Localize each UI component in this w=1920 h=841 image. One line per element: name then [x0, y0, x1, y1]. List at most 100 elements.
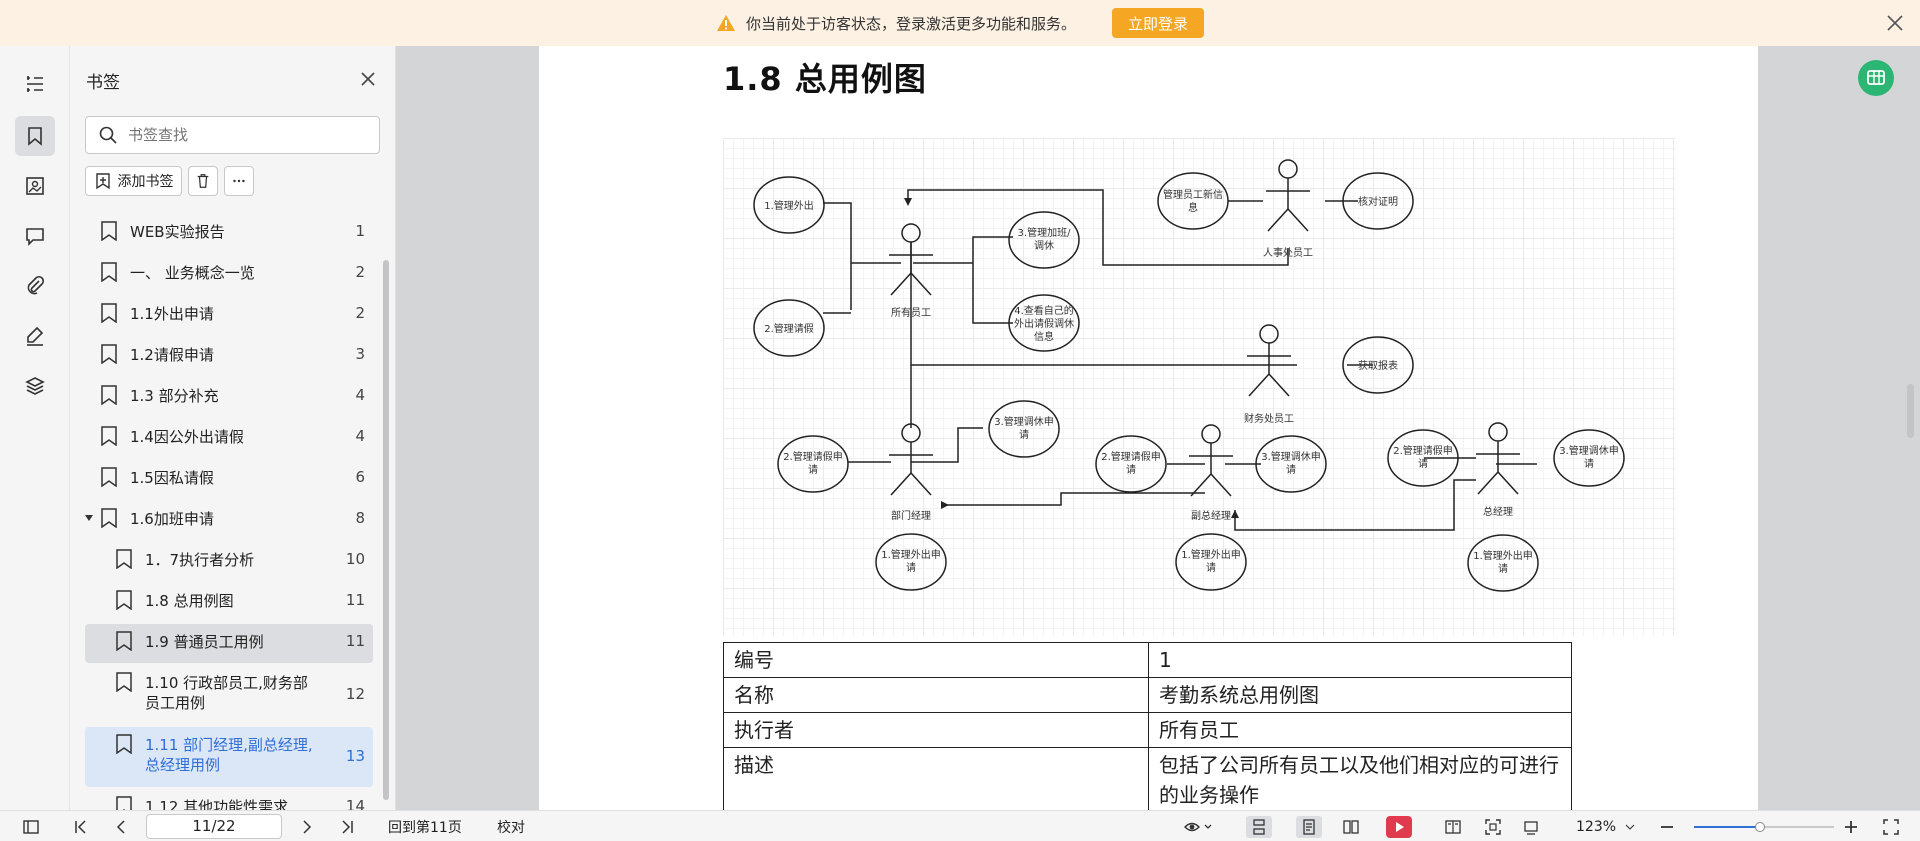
layers-icon[interactable] — [15, 366, 55, 406]
add-bookmark-button[interactable]: 添加书签 — [85, 166, 182, 196]
bookmark-scrollbar[interactable] — [383, 214, 389, 804]
more-icon — [233, 179, 245, 183]
uc-label: 3.管理加班/ — [1018, 226, 1072, 239]
bookmark-item[interactable]: WEB实验报告 1 — [85, 214, 373, 255]
uc-label: 核对证明 — [1358, 195, 1398, 208]
bookmark-item-icon — [101, 467, 117, 487]
bookmark-item[interactable]: 1.12 其他功能性需求 14 — [85, 789, 373, 810]
add-bookmark-label: 添加书签 — [117, 174, 174, 190]
bookmark-list: WEB实验报告 1 一、 业务概念一览 2 1.1外出申请 2 1.2请假申请 … — [85, 214, 373, 810]
bookmark-scrollbar-thumb[interactable] — [383, 260, 389, 800]
bookmark-item-icon — [101, 262, 117, 282]
bookmark-item[interactable]: 1.8 总用例图 11 — [85, 583, 373, 624]
bookmark-item-page: 10 — [345, 550, 365, 568]
bookmark-item-page: 2 — [355, 304, 365, 322]
bookmark-item-selected[interactable]: 1.9 普通员工用例 11 — [85, 624, 373, 663]
bookmark-search-input[interactable] — [128, 126, 358, 144]
bookmark-item[interactable]: 1.10 行政部员工,财务部员工用例 12 — [85, 665, 373, 725]
first-page-icon[interactable] — [70, 816, 92, 838]
uc-label: 请 — [1126, 463, 1136, 476]
document-scrollbar-thumb[interactable] — [1907, 384, 1914, 438]
app-grid-icon[interactable] — [1858, 60, 1894, 96]
uc-label: 请 — [1206, 561, 1216, 574]
fullscreen-icon[interactable] — [1880, 816, 1902, 838]
bookmark-item[interactable]: 1.4因公外出请假 4 — [85, 419, 373, 460]
sidebar-toggle-icon[interactable] — [20, 816, 42, 838]
zoom-out-icon[interactable] — [1656, 816, 1678, 838]
table-value: 所有员工 — [1148, 712, 1572, 748]
zoom-level-select[interactable]: 123% — [1576, 816, 1636, 838]
play-presentation-icon[interactable] — [1386, 816, 1412, 838]
book-mode-icon[interactable] — [1440, 816, 1466, 838]
bookmark-item-icon — [101, 426, 117, 446]
bookmark-item-label: 1.8 总用例图 — [145, 592, 234, 610]
uc-label: 3.管理调休申 — [994, 415, 1054, 428]
bookmark-item[interactable]: 1．7执行者分析 10 — [85, 542, 373, 583]
zoom-slider[interactable] — [1694, 822, 1834, 832]
collapse-triangle-icon[interactable] — [85, 515, 93, 521]
uc-label: 1.管理外出申 — [881, 548, 941, 561]
bookmark-icon[interactable] — [15, 116, 55, 156]
close-panel-icon[interactable] — [359, 70, 377, 88]
bookmark-item-icon — [101, 508, 117, 528]
table-key: 编号 — [723, 642, 1149, 678]
page-number-input[interactable]: 11/22 — [146, 814, 282, 839]
signature-icon[interactable] — [15, 316, 55, 356]
bookmark-item-label: 1.6加班申请 — [130, 510, 214, 528]
zoom-slider-knob[interactable] — [1754, 822, 1765, 832]
bottom-status-bar: 11/22 回到第11页 校对 123% — [0, 810, 1920, 841]
uc-label: 2.管理请假申 — [783, 450, 843, 463]
prev-page-icon[interactable] — [110, 816, 132, 838]
bookmark-item-page: 2 — [355, 263, 365, 281]
bookmark-item-icon — [101, 303, 117, 323]
table-key: 描述 — [723, 747, 1149, 810]
bookmark-item-current[interactable]: 1.11 部门经理,副总经理,总经理用例 13 — [85, 727, 373, 787]
bookmark-item[interactable]: 一、 业务概念一览 2 — [85, 255, 373, 296]
bookmark-item[interactable]: 1.1外出申请 2 — [85, 296, 373, 337]
zoom-in-icon[interactable] — [1840, 816, 1862, 838]
guest-notice-bar: 你当前处于访客状态，登录激活更多功能和服务。 立即登录 — [0, 0, 1920, 46]
bookmark-panel-title: 书签 — [86, 73, 120, 93]
go-back-page-link[interactable]: 回到第11页 — [388, 816, 462, 838]
last-page-icon[interactable] — [336, 816, 358, 838]
delete-bookmark-button[interactable] — [188, 166, 218, 196]
comment-icon[interactable] — [15, 216, 55, 256]
continuous-scroll-icon[interactable] — [1246, 816, 1272, 838]
bookmark-item-page: 11 — [345, 591, 365, 609]
uc-label: 2.管理请假申 — [1101, 450, 1161, 463]
bookmark-search[interactable] — [85, 116, 380, 154]
uc-label: 1.管理外出申 — [1473, 549, 1533, 562]
two-page-icon[interactable] — [1338, 816, 1364, 838]
bookmark-item[interactable]: 1.2请假申请 3 — [85, 337, 373, 378]
outline-icon[interactable] — [15, 64, 55, 104]
uc-label: 请 — [808, 463, 818, 476]
bookmark-item[interactable]: 1.3 部分补充 4 — [85, 378, 373, 419]
more-options-button[interactable] — [224, 166, 254, 196]
rotate-page-icon[interactable] — [1518, 816, 1544, 838]
single-page-icon[interactable] — [1296, 816, 1322, 838]
uc-label: 获取报表 — [1358, 359, 1398, 372]
fit-page-icon[interactable] — [1480, 816, 1506, 838]
attachment-icon[interactable] — [15, 266, 55, 306]
use-case-table: 编号 1 名称 考勤系统总用例图 执行者 所有员工 描述 包括了公司所有员工以及… — [723, 642, 1572, 810]
bookmark-item-label: 1.10 行政部员工,财务部员工用例 — [145, 674, 308, 712]
eye-mode-icon[interactable] — [1178, 816, 1218, 838]
bookmark-item-icon — [101, 344, 117, 364]
bookmark-item-label: 1.4因公外出请假 — [130, 428, 244, 446]
close-notice-icon[interactable] — [1884, 12, 1906, 34]
login-button[interactable]: 立即登录 — [1112, 8, 1205, 38]
bookmark-item-label: 1.5因私请假 — [130, 469, 214, 487]
proofread-button[interactable]: 校对 — [497, 816, 525, 838]
bookmark-item-expandable[interactable]: 1.6加班申请 8 — [85, 501, 373, 542]
uc-label: 请 — [1019, 428, 1029, 441]
bookmark-item-label: 1.12 其他功能性需求 — [145, 798, 289, 810]
table-row: 编号 1 — [723, 642, 1572, 678]
uc-label: 外出请假调休 — [1014, 317, 1074, 330]
bookmark-item-label: 1.3 部分补充 — [130, 387, 219, 405]
bookmark-item[interactable]: 1.5因私请假 6 — [85, 460, 373, 501]
bookmark-item-icon — [116, 672, 132, 692]
uc-label: 1.管理外出申 — [1181, 548, 1241, 561]
next-page-icon[interactable] — [296, 816, 318, 838]
image-icon[interactable] — [15, 166, 55, 206]
uc-label: 请 — [1286, 463, 1296, 476]
